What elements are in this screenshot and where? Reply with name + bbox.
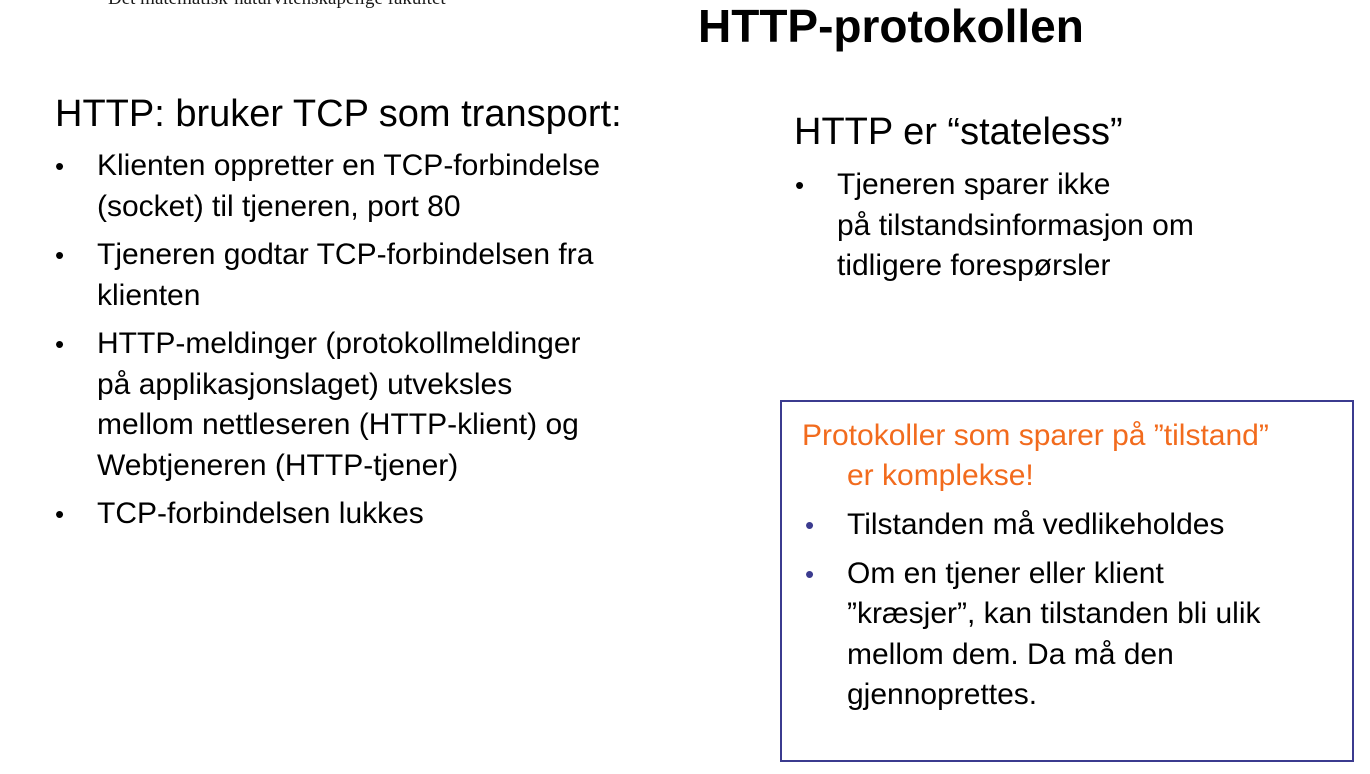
bullet-text: Webtjeneren (HTTP-tjener) <box>97 448 459 482</box>
list-item: • Tjeneren godtar TCP-forbindelsen fra k… <box>55 235 600 316</box>
bullet-text: Tjeneren godtar TCP-forbindelsen fra <box>97 238 594 271</box>
bullet-icon: • <box>55 151 65 181</box>
slide-title: HTTP-protokollen <box>698 0 1084 52</box>
list-item: • Om en tjener eller klient ”kræsjer”, k… <box>805 554 1261 716</box>
bullet-text: (socket) til tjeneren, port 80 <box>97 189 461 223</box>
box-heading-line: Protokoller som sparer på ”tilstand” <box>802 419 1269 452</box>
list-item: • HTTP-meldinger (protokollmeldinger på … <box>55 324 600 486</box>
stateful-protocol-box: Protokoller som sparer på ”tilstand” er … <box>780 400 1354 762</box>
bullet-icon: • <box>55 240 65 270</box>
bullet-text: ”kræsjer”, kan tilstanden bli ulik <box>847 597 1261 630</box>
box-heading: Protokoller som sparer på ”tilstand” er … <box>802 416 1269 496</box>
list-item: • TCP-forbindelsen lukkes <box>55 494 600 535</box>
bullet-text: klienten <box>97 278 201 312</box>
box-bullet-list: • Tilstanden må vedlikeholdes • Om en tj… <box>805 505 1261 724</box>
bullet-icon: • <box>805 558 815 589</box>
bullet-text: Om en tjener eller klient <box>847 556 1164 590</box>
right-heading: HTTP er “stateless” <box>794 111 1123 153</box>
bullet-text: tidligere forespørsler <box>837 249 1111 282</box>
bullet-icon: • <box>55 329 65 359</box>
bullet-text: på applikasjonslaget) utveksles <box>97 367 513 401</box>
list-item: • Tilstanden må vedlikeholdes <box>805 505 1260 546</box>
bullet-text: HTTP-meldinger (protokollmeldinger <box>97 327 581 360</box>
bullet-text: Tjeneren sparer ikke <box>837 168 1111 201</box>
bullet-icon: • <box>805 510 815 540</box>
bullet-text: på tilstandsinformasjon om <box>837 208 1194 242</box>
bullet-icon: • <box>795 170 805 200</box>
bullet-text: mellom nettleseren (HTTP-klient) og <box>97 408 579 441</box>
bullet-icon: • <box>55 499 65 529</box>
right-bullet-list: • Tjeneren sparer ikke på tilstandsinfor… <box>795 165 1194 287</box>
bullet-text: Tilstanden må vedlikeholdes <box>847 508 1225 541</box>
bullet-text: mellom dem. Da må den <box>847 637 1174 671</box>
bullet-text: gjennoprettes. <box>847 678 1038 711</box>
bullet-text: TCP-forbindelsen lukkes <box>97 497 424 530</box>
faculty-name: Det matematisk-naturvitenskapelige fakul… <box>108 0 446 10</box>
left-bullet-list: • Klienten oppretter en TCP-forbindelse … <box>55 146 601 543</box>
box-heading-line: er komplekse! <box>847 459 1034 492</box>
list-item: • Klienten oppretter en TCP-forbindelse … <box>55 146 601 227</box>
left-heading: HTTP: bruker TCP som transport: <box>55 93 622 135</box>
list-item: • Tjeneren sparer ikke på tilstandsinfor… <box>795 165 1194 287</box>
bullet-text: Klienten oppretter en TCP-forbindelse <box>97 149 601 182</box>
